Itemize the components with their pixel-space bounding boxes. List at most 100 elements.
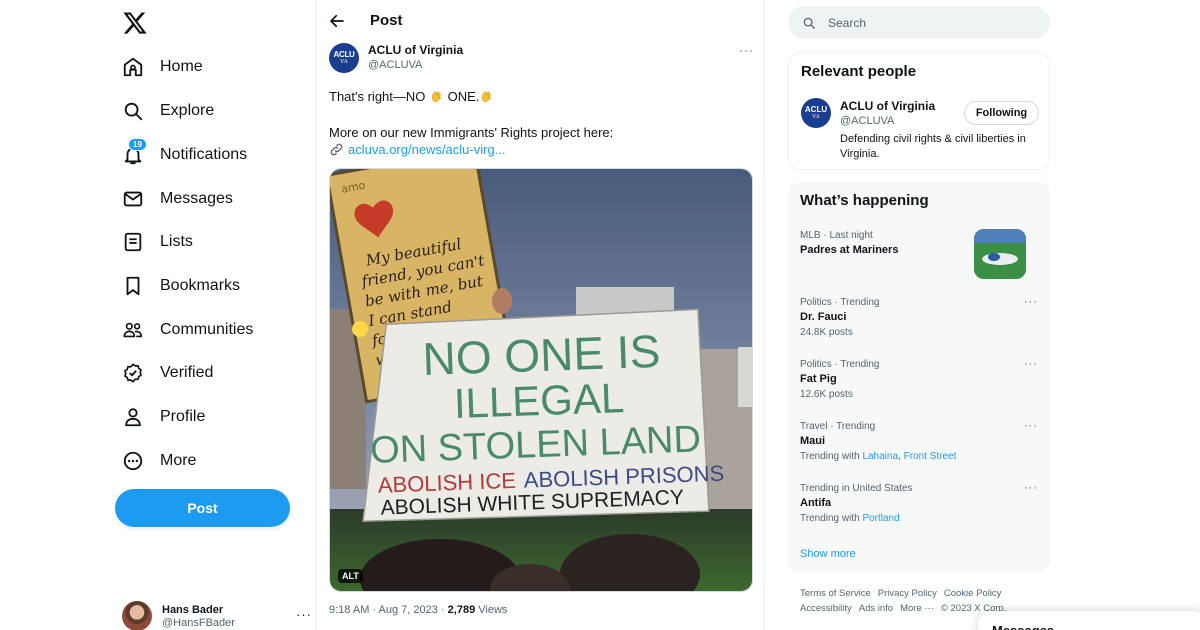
footer-link[interactable]: Privacy Policy xyxy=(878,588,937,599)
account-switcher[interactable]: Hans Bader @HansFBader ··· xyxy=(122,601,312,630)
trend-more-icon[interactable]: ··· xyxy=(1024,420,1038,432)
more-circle-icon xyxy=(123,451,143,471)
home-icon xyxy=(123,57,143,77)
post-image[interactable]: amo My beautiful friend, you can't be wi… xyxy=(329,168,753,592)
trend-meta: Travel · Trending xyxy=(800,421,876,432)
trend-link[interactable]: Front Street xyxy=(904,451,957,462)
nav-verified[interactable]: Verified xyxy=(122,358,213,388)
search-box[interactable] xyxy=(788,6,1050,39)
post-time[interactable]: 9:18 AM xyxy=(329,604,369,616)
avatar-text-top: ACLU xyxy=(333,49,355,59)
nav-notifications[interactable]: 19 Notifications xyxy=(122,138,248,170)
relevant-people-title: Relevant people xyxy=(801,63,917,80)
nav-explore[interactable]: Explore xyxy=(122,96,214,126)
trend-title: Antifa xyxy=(800,497,832,509)
avatar-text-bottom: VA xyxy=(812,113,820,120)
nav-label: Messages xyxy=(160,190,233,207)
relevant-avatar[interactable]: ACLU VA xyxy=(801,98,831,128)
trend-more-icon[interactable]: ··· xyxy=(1024,296,1038,308)
nav-label: Home xyxy=(160,58,203,75)
nav-lists[interactable]: Lists xyxy=(122,227,193,257)
trend-title: Maui xyxy=(800,435,826,447)
trend-item[interactable]: Politics · Trending Fat Pig 12.6K posts … xyxy=(800,358,1038,406)
verified-icon xyxy=(124,363,142,383)
nav-label: More xyxy=(160,452,197,469)
back-arrow-icon[interactable] xyxy=(328,12,346,30)
alt-badge[interactable]: ALT xyxy=(338,569,363,583)
envelope-icon xyxy=(123,191,143,207)
nav-bookmarks[interactable]: Bookmarks xyxy=(122,271,240,301)
avatar xyxy=(122,601,152,630)
account-info: Hans Bader @HansFBader xyxy=(162,601,235,630)
relevant-name[interactable]: ACLU of Virginia xyxy=(840,99,935,113)
x-logo-icon[interactable] xyxy=(122,10,148,36)
post-more-icon[interactable]: ··· xyxy=(739,43,754,57)
post-text-line2: More on our new Immigrants' Rights proje… xyxy=(329,125,614,140)
nav-more[interactable]: More xyxy=(122,446,196,476)
trend-meta: Politics · Trending xyxy=(800,297,880,308)
main-sign-line: ILLEGAL xyxy=(453,374,625,427)
nav-profile[interactable]: Profile xyxy=(122,402,205,432)
views-count: 2,789 xyxy=(447,604,476,616)
views-label: Views xyxy=(478,604,508,616)
nav-communities[interactable]: Communities xyxy=(122,315,253,345)
footer-link[interactable]: Accessibility xyxy=(800,603,852,614)
left-sidebar: Home Explore 19 Notifications Messages L… xyxy=(110,0,315,630)
nav-home[interactable]: Home xyxy=(122,52,203,82)
relevant-people-card: Relevant people ACLU VA ACLU of Virginia… xyxy=(788,52,1050,170)
trend-meta: Trending in United States xyxy=(800,483,913,494)
post-date[interactable]: Aug 7, 2023 xyxy=(379,604,438,616)
trend-title: Fat Pig xyxy=(800,373,837,385)
nav-label: Explore xyxy=(160,102,215,119)
nav-label: Communities xyxy=(160,321,254,338)
clapping-hands-icon xyxy=(482,91,492,102)
baseball-photo xyxy=(974,229,1026,279)
nav-label: Bookmarks xyxy=(160,277,241,294)
main-column: Post ACLU VA ACLU of Virginia @ACLUVA ··… xyxy=(315,0,765,630)
trend-title: Dr. Fauci xyxy=(800,311,847,323)
account-handle: @HansFBader xyxy=(162,617,235,629)
person-icon xyxy=(125,408,141,427)
trend-item[interactable]: Travel · Trending Maui Trending with Lah… xyxy=(800,420,1038,468)
search-input[interactable] xyxy=(828,15,1028,30)
author-handle[interactable]: @ACLUVA xyxy=(368,59,422,71)
trend-sub-prefix: Trending with xyxy=(800,451,863,462)
trend-sub-prefix: Trending with xyxy=(800,513,863,524)
footer-link[interactable]: Cookie Policy xyxy=(944,588,1002,599)
protest-photo: amo My beautiful friend, you can't be wi… xyxy=(330,169,752,591)
whats-happening-title: What’s happening xyxy=(800,192,929,209)
notifications-icon-wrap: 19 xyxy=(122,138,147,166)
post-text-line1: That's right—NO ONE. xyxy=(329,88,494,105)
footer-link[interactable]: More ··· xyxy=(900,603,934,614)
post-link[interactable]: acluva.org/news/aclu-virg... xyxy=(329,142,506,157)
nav-messages[interactable]: Messages xyxy=(122,184,233,214)
account-name: Hans Bader xyxy=(162,604,224,616)
trend-more-icon[interactable]: ··· xyxy=(1024,358,1038,370)
author-name[interactable]: ACLU of Virginia xyxy=(368,43,463,57)
trend-item[interactable]: Politics · Trending Dr. Fauci 24.8K post… xyxy=(800,296,1038,344)
messages-drawer[interactable]: Messages xyxy=(978,611,1200,630)
page-title: Post xyxy=(370,12,403,29)
nav-label: Notifications xyxy=(160,146,248,163)
trend-link[interactable]: Lahaina xyxy=(862,451,898,462)
account-more-icon[interactable]: ··· xyxy=(296,607,312,622)
search-icon xyxy=(124,102,143,121)
relevant-handle[interactable]: @ACLUVA xyxy=(840,115,894,127)
nav-label: Lists xyxy=(160,233,193,250)
footer-link[interactable]: Terms of Service xyxy=(800,588,871,599)
author-avatar[interactable]: ACLU VA xyxy=(329,43,359,73)
trend-thumbnail[interactable] xyxy=(974,229,1026,279)
trend-sub: Trending with Portland xyxy=(800,511,1038,527)
trend-sub: Trending with Lahaina, Front Street xyxy=(800,451,957,462)
avatar-text-top: ACLU xyxy=(804,104,828,114)
following-button[interactable]: Following xyxy=(964,101,1039,125)
avatar-text-bottom: VA xyxy=(340,58,348,65)
nav-label: Profile xyxy=(160,408,206,425)
trend-item[interactable]: Trending in United States Antifa Trendin… xyxy=(800,482,1038,530)
trend-link[interactable]: Portland xyxy=(862,513,899,524)
trend-more-icon[interactable]: ··· xyxy=(1024,482,1038,494)
post-button[interactable]: Post xyxy=(115,489,290,527)
footer-link[interactable]: Ads info xyxy=(859,603,893,614)
show-more-link[interactable]: Show more xyxy=(800,548,856,560)
trend-meta: Politics · Trending xyxy=(800,359,880,370)
